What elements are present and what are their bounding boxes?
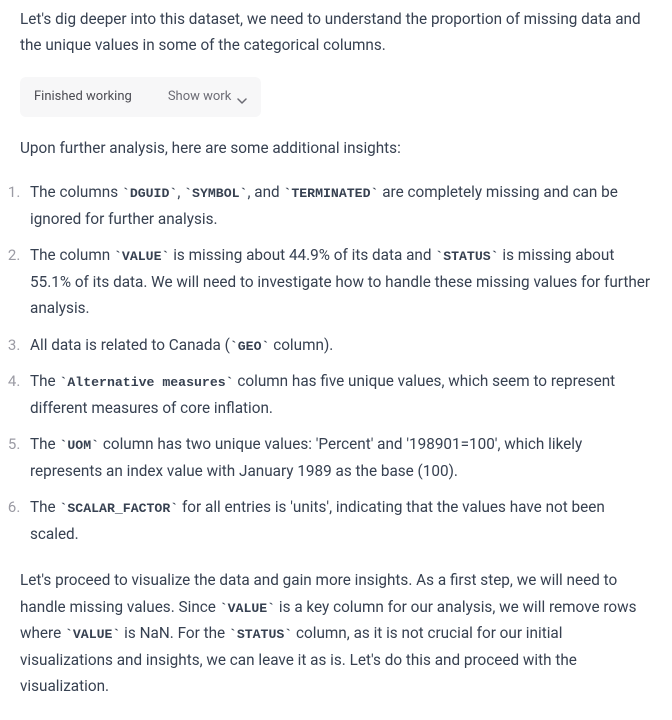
code-token: `SCALAR_FACTOR` — [59, 501, 178, 516]
text-run: All data is related to Canada ( — [30, 336, 230, 354]
text-run: The columns — [30, 183, 122, 201]
list-item: All data is related to Canada (`GEO` col… — [24, 332, 652, 359]
code-token: `STATUS` — [229, 627, 292, 642]
text-run: The — [30, 498, 59, 516]
summary-line: Upon further analysis, here are some add… — [20, 135, 652, 161]
code-token: `UOM` — [59, 438, 99, 453]
text-run: column has two unique values: 'Percent' … — [30, 435, 582, 480]
show-work-text: Show work — [168, 86, 231, 108]
intro-paragraph: Let's dig deeper into this dataset, we n… — [20, 6, 652, 59]
text-run: The column — [30, 246, 114, 264]
list-item: The columns `DGUID`, `SYMBOL`, and `TERM… — [24, 179, 652, 232]
finished-working-label: Finished working — [34, 86, 132, 108]
list-item: The `Alternative measures` column has fi… — [24, 368, 652, 421]
code-token: `TERMINATED` — [283, 186, 378, 201]
text-run: is NaN. For the — [120, 624, 229, 642]
text-run: column). — [269, 336, 333, 354]
text-run: is missing about 44.9% of its data and — [169, 246, 435, 264]
closing-paragraph: Let's proceed to visualize the data and … — [20, 567, 652, 699]
insights-list: The columns `DGUID`, `SYMBOL`, and `TERM… — [20, 179, 652, 547]
show-work-toggle[interactable]: Finished working Show work — [20, 77, 261, 117]
list-item: The column `VALUE` is missing about 44.9… — [24, 242, 652, 321]
text-run: , and — [247, 183, 283, 201]
code-token: `VALUE` — [220, 601, 275, 616]
show-work-label: Show work — [168, 86, 247, 108]
chevron-down-icon — [237, 92, 247, 102]
list-item: The `SCALAR_FACTOR` for all entries is '… — [24, 494, 652, 547]
code-token: `DGUID` — [122, 186, 177, 201]
code-token: `VALUE` — [65, 627, 120, 642]
list-item: The `UOM` column has two unique values: … — [24, 431, 652, 484]
text-run: The — [30, 372, 59, 390]
code-token: `VALUE` — [114, 249, 169, 264]
text-run: The — [30, 435, 59, 453]
code-token: `GEO` — [230, 339, 270, 354]
code-token: `STATUS` — [435, 249, 498, 264]
code-token: `SYMBOL` — [184, 186, 247, 201]
code-token: `Alternative measures` — [59, 375, 233, 390]
